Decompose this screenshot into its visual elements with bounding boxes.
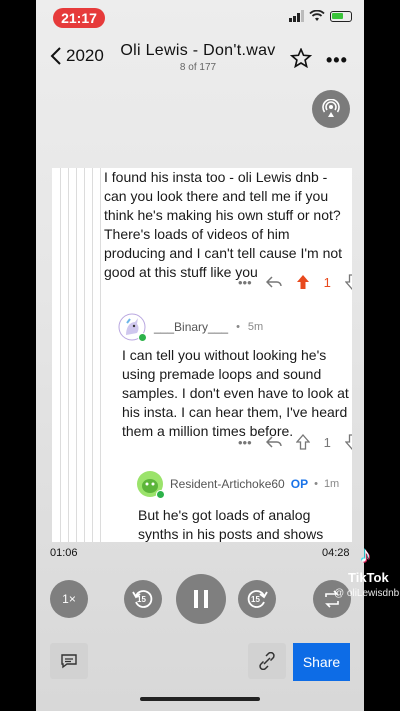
signal-icon xyxy=(289,10,304,22)
skip-forward-seconds: 15 xyxy=(251,595,260,604)
reply-icon[interactable] xyxy=(265,275,282,289)
elapsed-time: 01:06 xyxy=(50,547,78,559)
back-button[interactable]: 2020 xyxy=(50,46,104,66)
reply-icon[interactable] xyxy=(265,435,282,449)
status-bar: 21:17 xyxy=(36,0,364,36)
link-button[interactable] xyxy=(248,643,286,679)
comment-actions: ••• 1 xyxy=(238,434,352,450)
track-position: 8 of 177 xyxy=(179,62,217,73)
airplay-icon xyxy=(322,99,340,117)
comment-header: ___Binary___ • 5m xyxy=(118,313,264,342)
left-letterbox xyxy=(0,0,36,711)
comment-header: Resident-Artichoke60 OP • 1m xyxy=(136,470,340,499)
link-icon xyxy=(259,652,275,670)
status-time: 21:17 xyxy=(53,8,105,28)
skip-back-button[interactable]: 15 xyxy=(124,580,162,618)
right-letterbox xyxy=(364,0,400,711)
airplay-button[interactable] xyxy=(312,90,350,128)
share-label: Share xyxy=(302,654,341,670)
speed-label: 1× xyxy=(62,592,76,606)
status-icons xyxy=(289,10,352,22)
phone-screen: 21:17 2020 Oli Lewis - Don't.wav 8 of 17… xyxy=(36,0,364,711)
downvote-icon[interactable] xyxy=(344,274,352,290)
avatar[interactable] xyxy=(136,470,165,499)
dot-separator: • xyxy=(236,321,240,333)
username[interactable]: Resident-Artichoke60 xyxy=(170,477,285,491)
total-time: 04:28 xyxy=(322,547,350,559)
comment-text: I found his insta too - oli Lewis dnb - … xyxy=(104,169,343,280)
comment-thread: I found his insta too - oli Lewis dnb - … xyxy=(52,168,352,542)
comment-icon xyxy=(61,654,77,669)
comments-button[interactable] xyxy=(50,643,88,679)
dot-separator: • xyxy=(314,478,318,490)
playback-speed-button[interactable]: 1× xyxy=(50,580,88,618)
pause-icon xyxy=(194,590,208,608)
online-indicator xyxy=(138,333,147,342)
star-icon[interactable] xyxy=(290,48,312,68)
chevron-left-icon xyxy=(50,47,61,65)
username[interactable]: ___Binary___ xyxy=(154,320,228,334)
online-indicator xyxy=(156,490,165,499)
comment-age: 1m xyxy=(323,478,340,490)
battery-icon xyxy=(330,10,352,22)
comment-actions: ••• 1 xyxy=(238,274,352,290)
skip-back-seconds: 15 xyxy=(137,595,146,604)
home-indicator xyxy=(140,697,260,701)
track-title: Oli Lewis - Don't.wav xyxy=(120,42,276,59)
op-badge: OP xyxy=(290,477,309,491)
more-icon[interactable]: ••• xyxy=(238,435,252,450)
repeat-button[interactable] xyxy=(313,580,351,618)
comment-text: But he's got loads of analog synths in h… xyxy=(138,507,324,542)
share-button[interactable]: Share xyxy=(293,643,350,681)
wifi-icon xyxy=(309,10,325,21)
back-label: 2020 xyxy=(66,46,104,65)
upvote-icon[interactable] xyxy=(295,434,310,450)
avatar[interactable] xyxy=(118,313,147,342)
header: 2020 Oli Lewis - Don't.wav 8 of 177 ••• xyxy=(36,38,364,78)
more-options-icon[interactable]: ••• xyxy=(326,50,348,71)
upvote-icon[interactable] xyxy=(296,274,310,290)
thread-indent-lines xyxy=(52,168,104,542)
watermark-label: TikTok xyxy=(348,570,389,585)
more-icon[interactable]: ••• xyxy=(238,275,252,290)
comment-text: I can tell you without looking he's usin… xyxy=(122,347,349,439)
vote-count: 1 xyxy=(323,434,331,450)
skip-forward-button[interactable]: 15 xyxy=(238,580,276,618)
tiktok-logo-icon: ♪ xyxy=(360,542,371,567)
vote-count: 1 xyxy=(323,274,331,290)
comment-age: 5m xyxy=(247,321,264,333)
downvote-icon[interactable] xyxy=(344,434,352,450)
watermark-handle: @ oliLewisdnb xyxy=(334,588,400,599)
pause-button[interactable] xyxy=(176,574,226,624)
